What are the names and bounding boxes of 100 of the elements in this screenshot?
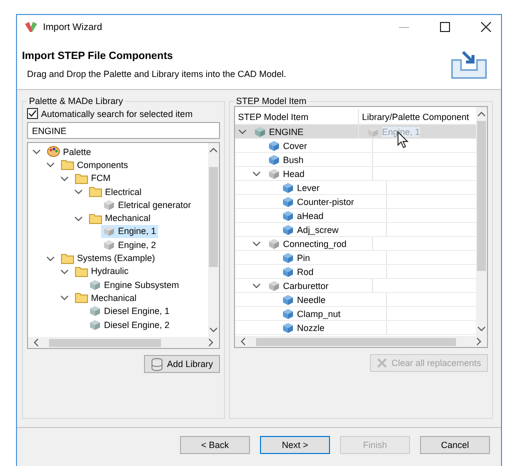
wizard-button[interactable]: Next > — [260, 436, 330, 454]
horizontal-scrollbar[interactable] — [235, 336, 487, 347]
table-row[interactable]: aHead — [235, 209, 476, 223]
chevron-down-icon[interactable] — [32, 147, 41, 156]
cube-icon — [89, 318, 101, 330]
search-field[interactable]: ENGINE — [27, 122, 220, 139]
tree-item[interactable]: Systems (Example) — [59, 252, 158, 265]
tree-item[interactable]: Head — [283, 168, 305, 178]
vertical-scrollbar[interactable] — [208, 143, 219, 337]
palette-icon — [47, 146, 60, 158]
tree-item[interactable]: Diesel Engine, 1 — [87, 304, 172, 318]
scroll-down-icon[interactable] — [209, 325, 218, 334]
chevron-down-icon[interactable] — [238, 127, 247, 136]
table-row[interactable]: Rod — [235, 265, 476, 279]
tree-item[interactable]: Engine, 1 — [101, 224, 158, 238]
maximize-icon[interactable] — [440, 22, 450, 32]
close-icon[interactable] — [481, 22, 491, 32]
scroll-right-icon[interactable] — [474, 337, 483, 346]
folder-icon — [89, 186, 102, 198]
add-library-button[interactable]: Add Library — [144, 355, 220, 373]
tree-item[interactable]: Clamp_nut — [297, 308, 341, 318]
tree-item[interactable]: Counter-pistor — [297, 196, 354, 206]
table-row[interactable]: Bush — [235, 153, 476, 167]
cube-icon — [103, 238, 115, 251]
chevron-down-icon[interactable] — [252, 169, 261, 178]
tree-item[interactable]: Needle — [297, 294, 326, 304]
table-row[interactable]: Needle — [235, 293, 476, 307]
page-description: Drag and Drop the Palette and Library items into the CAD Model. — [26, 68, 288, 78]
chevron-down-icon[interactable] — [60, 266, 69, 276]
cube-icon — [89, 305, 101, 318]
page-title: Import STEP File Components — [22, 50, 174, 62]
tree-item[interactable]: ENGINE — [269, 126, 304, 136]
tree-item[interactable]: Components — [59, 158, 130, 172]
chevron-down-icon[interactable] — [60, 174, 69, 183]
tree-item[interactable]: Rod — [297, 266, 314, 276]
cube-icon — [254, 126, 266, 138]
scroll-up-icon[interactable] — [209, 146, 218, 155]
chevron-down-icon[interactable] — [46, 160, 55, 170]
column-header[interactable]: STEP Model Item — [235, 109, 359, 124]
tree-item[interactable]: FCM — [73, 172, 112, 185]
table-row[interactable]: Adj_screw — [235, 223, 476, 237]
table-row[interactable]: Connecting_rod — [235, 237, 476, 251]
wizard-button[interactable]: < Back — [180, 436, 250, 454]
tree-item[interactable]: Mechanical — [87, 212, 153, 225]
folder-icon — [89, 212, 102, 224]
wizard-button[interactable]: Cancel — [420, 436, 490, 454]
scroll-down-icon[interactable] — [477, 324, 486, 333]
chevron-down-icon[interactable] — [46, 254, 55, 263]
cube-icon — [89, 278, 101, 291]
table-row[interactable]: Head — [235, 167, 476, 181]
chevron-down-icon[interactable] — [252, 281, 261, 290]
cube-icon — [268, 168, 280, 180]
tree-item[interactable]: Adj_screw — [297, 224, 339, 234]
close-icon — [377, 358, 388, 368]
window-title: Import Wizard — [43, 22, 102, 32]
import-tray-icon — [449, 48, 489, 80]
auto-search-checkbox[interactable]: Automatically search for selected item — [27, 108, 220, 119]
scroll-right-icon[interactable] — [206, 338, 215, 347]
scroll-left-icon[interactable] — [239, 337, 248, 346]
tree-item[interactable]: Carburettor — [283, 280, 329, 290]
chevron-down-icon[interactable] — [74, 214, 83, 223]
cube-icon — [282, 182, 294, 194]
folder-icon — [75, 292, 88, 304]
column-header[interactable]: Library/Palette Component — [359, 109, 476, 124]
scroll-left-icon[interactable] — [32, 338, 41, 347]
cube-icon — [282, 266, 294, 278]
table-row[interactable]: Lever — [235, 181, 476, 195]
table-row[interactable]: Carburettor — [235, 279, 476, 293]
vertical-scrollbar[interactable] — [476, 107, 487, 336]
tree-item[interactable]: Connecting_rod — [283, 238, 347, 248]
tree-item[interactable]: Bush — [283, 154, 304, 164]
tree-item[interactable]: Diesel Engine, 2 — [87, 318, 172, 331]
chevron-down-icon[interactable] — [252, 239, 261, 248]
chevron-down-icon[interactable] — [74, 187, 83, 196]
tree-item[interactable]: Mechanical — [73, 291, 139, 304]
replacement-label: Engine, 1 — [382, 126, 420, 136]
cube-icon — [282, 196, 294, 208]
tree-item[interactable]: Pin — [297, 252, 310, 262]
folder-icon — [75, 266, 88, 277]
tree-item[interactable]: Hydraulic — [73, 264, 131, 278]
cube-icon — [282, 294, 294, 306]
tree-item[interactable]: Eletrical generator — [101, 198, 194, 212]
table-row[interactable]: Counter-pistor — [235, 195, 476, 209]
tree-item[interactable]: Palette — [45, 145, 94, 158]
table-row[interactable]: Nozzle — [235, 321, 476, 335]
tree-item[interactable]: Lever — [297, 182, 320, 192]
tree-item[interactable]: Engine Subsystem — [87, 278, 182, 292]
tree-item[interactable]: Nozzle — [297, 322, 325, 332]
scroll-up-icon[interactable] — [477, 110, 486, 119]
checkbox-icon[interactable] — [27, 108, 38, 119]
table-row[interactable]: Clamp_nut — [235, 307, 476, 321]
tree-item[interactable]: Electrical — [87, 185, 144, 198]
horizontal-scrollbar[interactable] — [28, 337, 219, 348]
tree-item[interactable]: Engine, 2 — [101, 238, 158, 252]
table-row[interactable]: Cover — [235, 139, 476, 153]
chevron-down-icon[interactable] — [60, 293, 69, 302]
tree-item[interactable]: aHead — [297, 210, 324, 220]
table-row[interactable]: Pin — [235, 251, 476, 265]
cube-icon — [282, 252, 294, 264]
tree-item[interactable]: Cover — [283, 140, 308, 150]
